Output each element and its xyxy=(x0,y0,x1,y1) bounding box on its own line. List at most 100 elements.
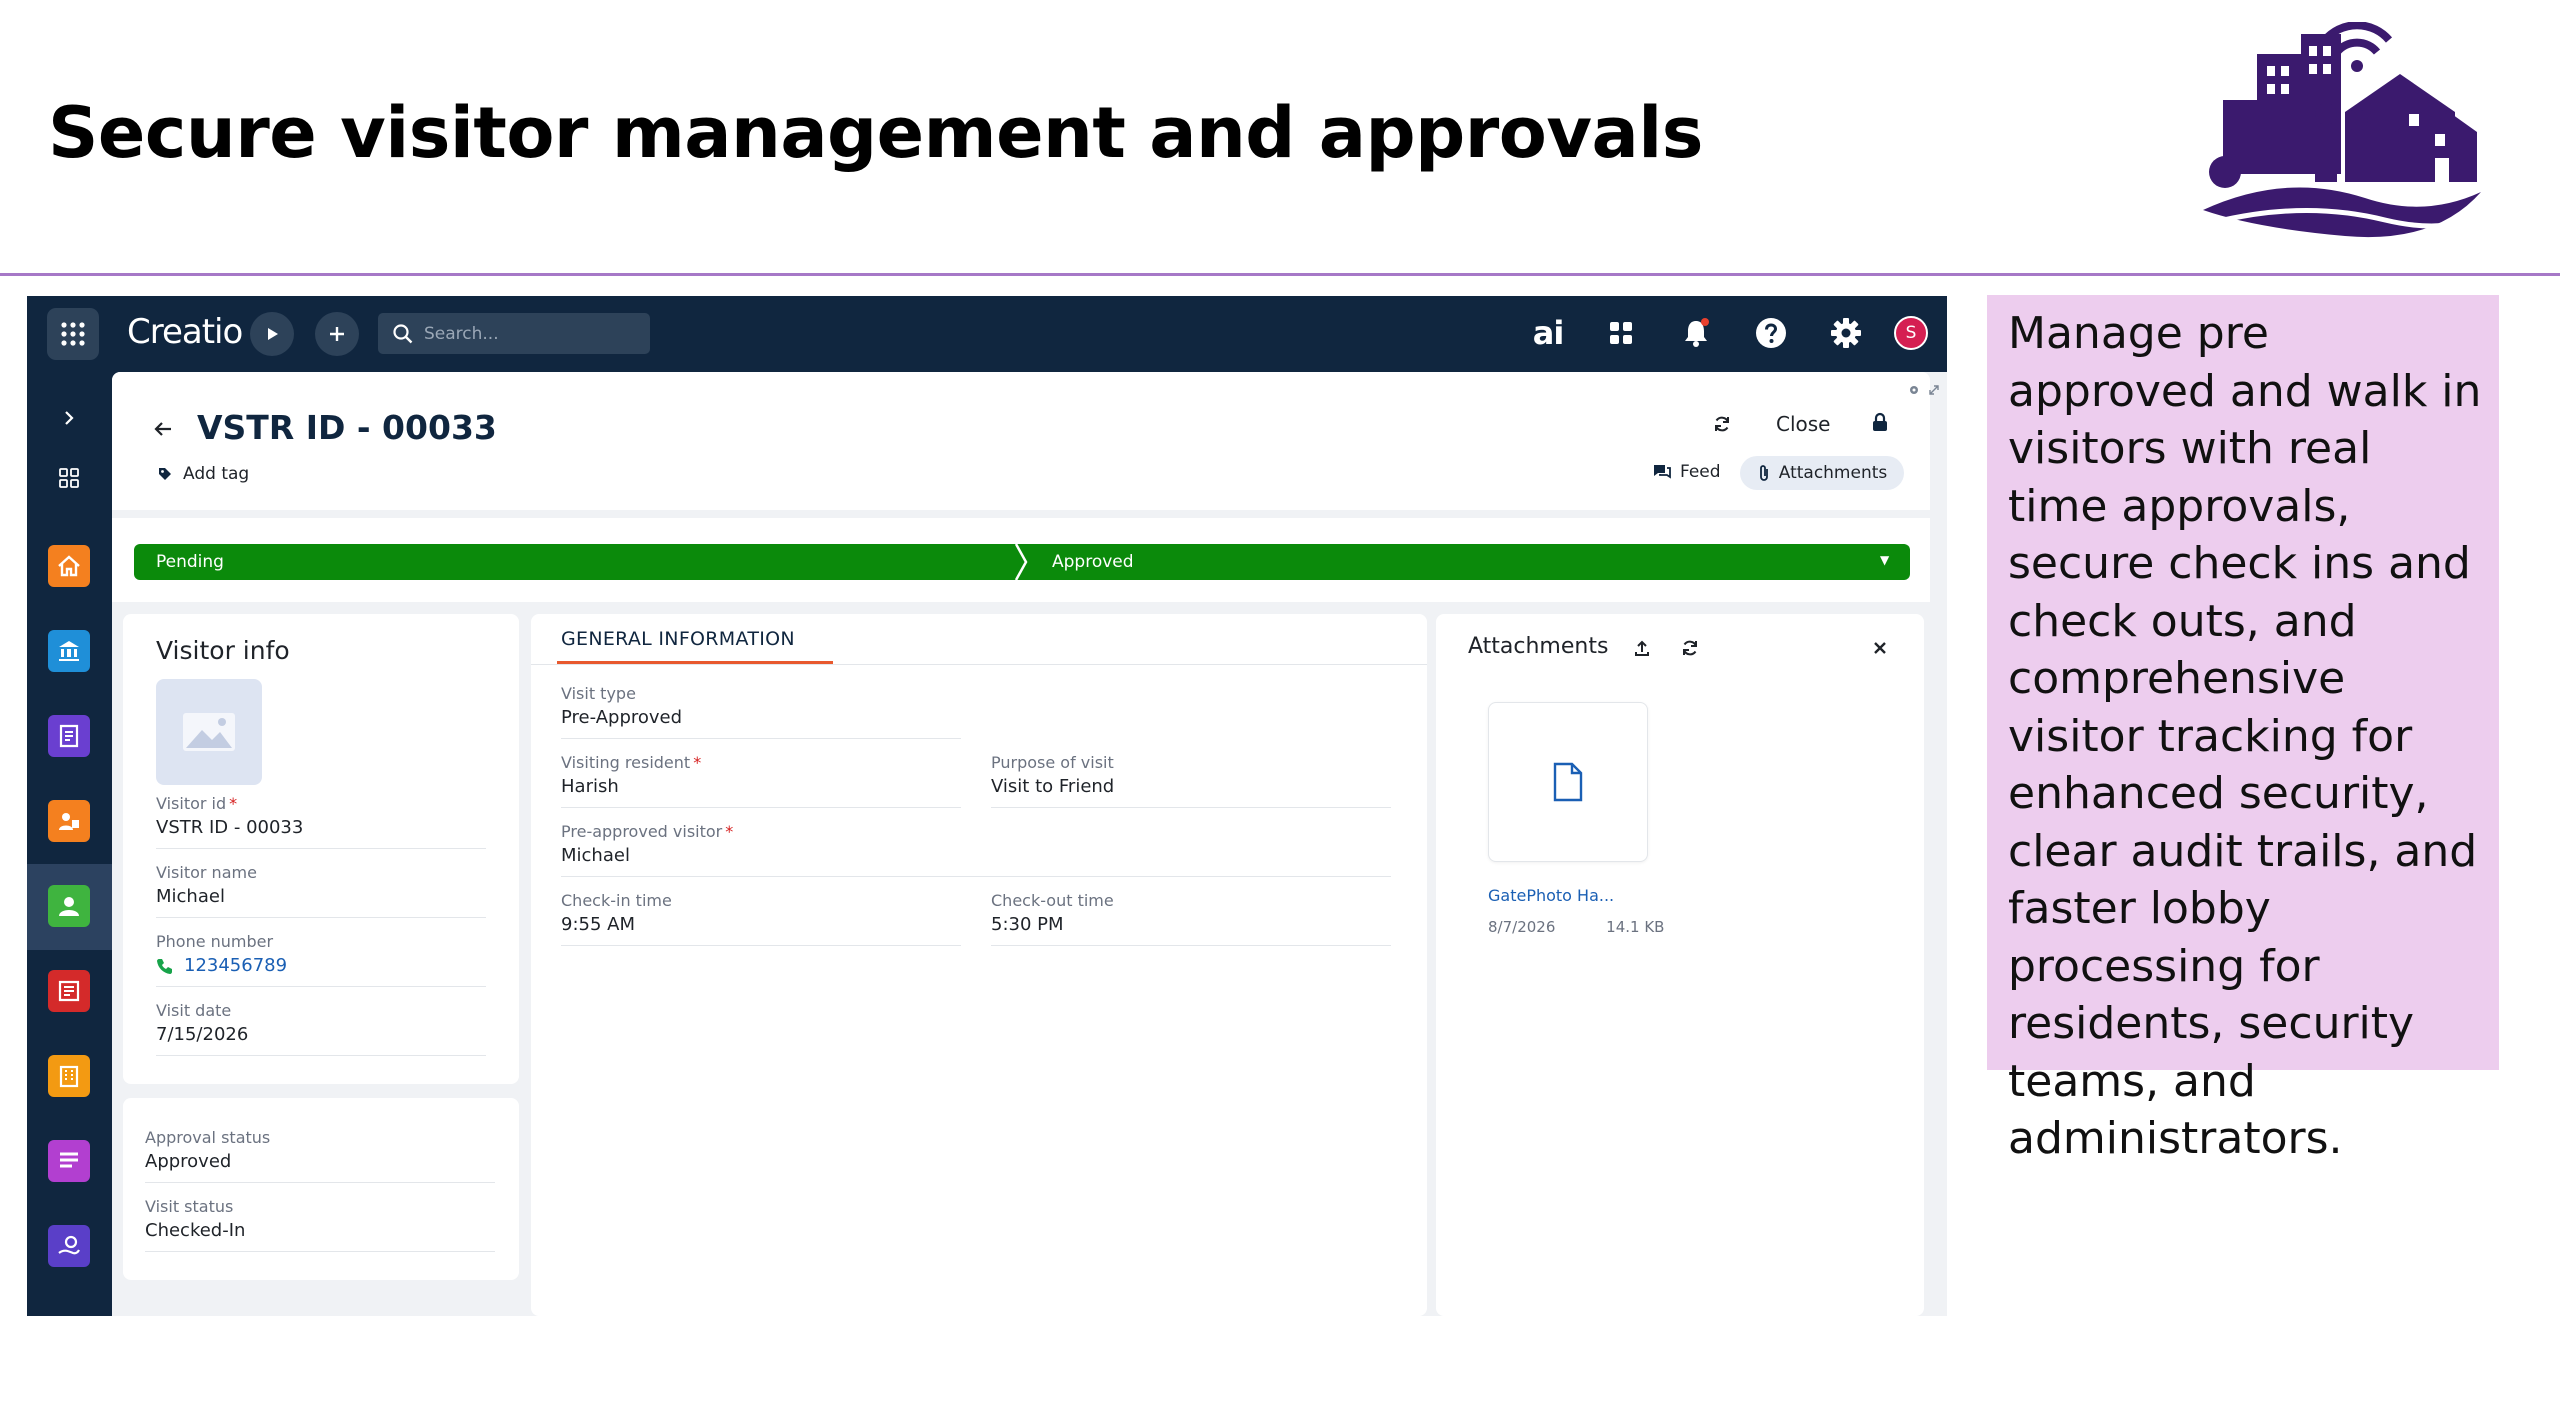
visitor-id-label: Visitor id * xyxy=(156,794,238,813)
building-icon xyxy=(59,1065,79,1088)
refresh-icon xyxy=(1683,640,1697,656)
upload-attachment-button[interactable] xyxy=(1630,636,1654,660)
notifications-button[interactable] xyxy=(1673,310,1719,356)
attachments-tab-button[interactable]: Attachments xyxy=(1740,456,1904,490)
lock-button[interactable] xyxy=(1868,410,1892,434)
attachment-file-meta: 8/7/2026 14.1 KB xyxy=(1488,918,1664,936)
stage-separator-icon xyxy=(1014,544,1028,580)
stage-pending[interactable]: Pending xyxy=(134,544,1024,580)
global-search[interactable] xyxy=(378,313,650,354)
approval-status-value: Approved xyxy=(145,1151,232,1172)
hand-support-icon xyxy=(58,1235,80,1255)
search-input[interactable] xyxy=(422,322,636,345)
module-amenities[interactable] xyxy=(48,1140,90,1182)
refresh-button[interactable] xyxy=(1710,412,1734,436)
paperclip-icon xyxy=(1759,465,1768,481)
play-icon xyxy=(268,328,278,340)
visit-status-value: Checked-In xyxy=(145,1220,246,1241)
module-staff[interactable] xyxy=(48,800,90,842)
help-icon xyxy=(1756,318,1786,348)
purpose-of-visit-label: Purpose of visit xyxy=(991,753,1114,772)
attachments-heading: Attachments xyxy=(1468,634,1609,659)
expand-sidebar-button[interactable] xyxy=(45,394,93,442)
check-out-time-field[interactable]: Check-out time 5:30 PM xyxy=(991,891,1391,946)
app-launcher-button[interactable] xyxy=(47,308,99,360)
tab-general-information[interactable]: GENERAL INFORMATION xyxy=(561,628,795,650)
approval-status-field[interactable]: Approval status Approved xyxy=(145,1128,495,1183)
expand-icon xyxy=(1929,385,1939,395)
upload-icon xyxy=(1635,640,1649,656)
visitor-id-field[interactable]: Visitor id * VSTR ID - 00033 xyxy=(156,794,486,849)
brand-logo[interactable]: Creatio xyxy=(127,312,243,352)
purpose-of-visit-field[interactable]: Purpose of visit Visit to Friend xyxy=(991,753,1391,808)
apps-grid-icon xyxy=(1610,322,1632,344)
status-card: Approval status Approved Visit status Ch… xyxy=(123,1098,519,1280)
check-out-time-value: 5:30 PM xyxy=(991,914,1064,935)
bank-icon xyxy=(59,641,79,661)
tag-icon xyxy=(159,468,171,480)
stage-approved[interactable]: Approved xyxy=(1022,544,1910,580)
help-button[interactable] xyxy=(1748,310,1794,356)
visitor-id-value: VSTR ID - 00033 xyxy=(156,817,304,838)
visit-date-field[interactable]: Visit date 7/15/2026 xyxy=(156,1001,486,1056)
visit-type-field[interactable]: Visit type Pre-Approved xyxy=(561,684,961,739)
refresh-attachments-button[interactable] xyxy=(1678,636,1702,660)
record-page: VSTR ID - 00033 Add tag Close Feed Attac… xyxy=(112,372,1947,1316)
workplace-button[interactable] xyxy=(45,454,93,502)
visitor-name-value: Michael xyxy=(156,886,225,907)
pre-approved-visitor-field[interactable]: Pre-approved visitor * Michael xyxy=(561,822,1391,877)
attachments-panel: Attachments GatePhoto Ha... 8/7/2026 14.… xyxy=(1436,614,1924,1316)
visitor-info-heading: Visitor info xyxy=(156,636,290,665)
visitor-icon xyxy=(59,897,79,916)
purpose-of-visit-value: Visit to Friend xyxy=(991,776,1115,797)
visitor-photo-placeholder[interactable] xyxy=(156,679,262,785)
module-registry[interactable] xyxy=(48,715,90,757)
person-badge-icon xyxy=(59,813,79,830)
expand-page-button[interactable] xyxy=(1922,378,1946,402)
community-logo-icon xyxy=(2203,22,2481,238)
user-avatar[interactable]: S xyxy=(1894,316,1928,350)
check-in-time-field[interactable]: Check-in time 9:55 AM xyxy=(561,891,961,946)
back-button[interactable] xyxy=(152,414,174,447)
run-process-button[interactable] xyxy=(250,312,294,356)
add-tag-button[interactable]: Add tag xyxy=(157,464,249,484)
attachment-file-name[interactable]: GatePhoto Ha... xyxy=(1488,886,1614,905)
close-button[interactable]: Close xyxy=(1776,412,1830,436)
module-home[interactable] xyxy=(48,545,90,587)
module-buildings[interactable] xyxy=(48,630,90,672)
attachment-file-tile[interactable] xyxy=(1488,702,1648,862)
phone-icon[interactable] xyxy=(156,957,174,975)
phone-number-label: Phone number xyxy=(156,932,274,951)
slide-title: Secure visitor management and approvals xyxy=(48,92,1703,174)
ai-assistant-button[interactable]: ai xyxy=(1525,310,1571,356)
apps-button[interactable] xyxy=(1598,310,1644,356)
module-visitors[interactable] xyxy=(48,885,90,927)
visit-date-value: 7/15/2026 xyxy=(156,1024,249,1045)
feed-button[interactable]: Feed xyxy=(1652,462,1721,482)
phone-number-field[interactable]: Phone number 123456789 xyxy=(156,932,486,987)
chat-icon xyxy=(1654,465,1671,479)
description-panel: Manage pre approved and walk in visitors… xyxy=(1987,295,2499,1164)
module-facilities[interactable] xyxy=(48,1055,90,1097)
create-new-button[interactable] xyxy=(315,312,359,356)
attachment-file-date: 8/7/2026 xyxy=(1488,918,1556,936)
stage-dropdown-caret-icon[interactable]: ▼ xyxy=(1880,553,1889,567)
visiting-resident-value: Harish xyxy=(561,776,619,797)
visitor-name-field[interactable]: Visitor name Michael xyxy=(156,863,486,918)
visit-type-label: Visit type xyxy=(561,684,636,703)
attachment-file-size: 14.1 KB xyxy=(1606,918,1665,936)
visiting-resident-label: Visiting resident * xyxy=(561,753,702,772)
phone-number-link[interactable]: 123456789 xyxy=(184,955,287,976)
general-information-card: GENERAL INFORMATION Visit type Pre-Appro… xyxy=(531,614,1427,1316)
list-icon xyxy=(60,1152,78,1168)
visiting-resident-field[interactable]: Visiting resident * Harish xyxy=(561,753,961,808)
module-notices[interactable] xyxy=(48,970,90,1012)
settings-button[interactable] xyxy=(1823,310,1869,356)
notice-board-icon xyxy=(58,980,80,1002)
close-attachments-button[interactable] xyxy=(1868,636,1892,660)
visit-status-field[interactable]: Visit status Checked-In xyxy=(145,1197,495,1252)
dashboard-icon xyxy=(59,468,79,488)
module-service[interactable] xyxy=(48,1225,90,1267)
arrow-left-icon xyxy=(154,422,171,436)
image-placeholder-icon xyxy=(183,713,235,751)
